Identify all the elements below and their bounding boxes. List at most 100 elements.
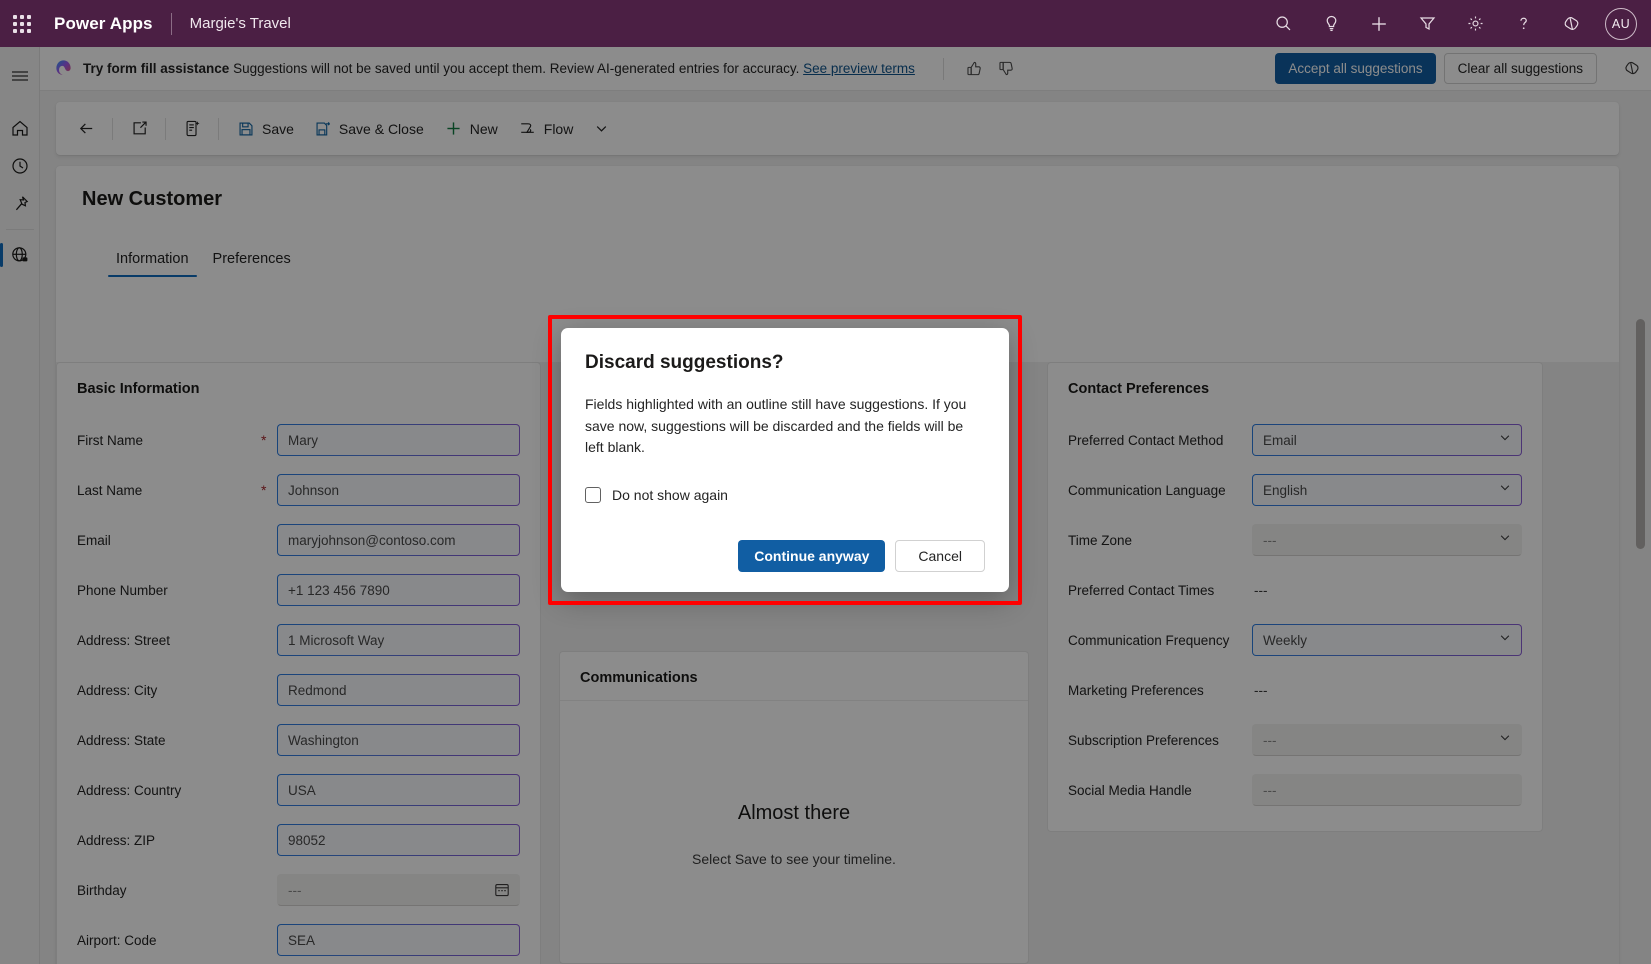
save-and-close-button[interactable]: Save & Close (304, 111, 434, 147)
email-input[interactable]: maryjohnson@contoso.com (277, 524, 520, 556)
save-label: Save (262, 121, 294, 137)
brand-name[interactable]: Power Apps (44, 14, 153, 34)
app-launcher-icon[interactable] (0, 0, 44, 47)
field-label: Preferred Contact Method (1068, 433, 1252, 448)
phone-number-input[interactable]: +1 123 456 7890 (277, 574, 520, 606)
pin-icon[interactable] (0, 185, 40, 223)
banner-body: Suggestions will not be saved until you … (229, 61, 803, 76)
command-divider-3 (218, 118, 219, 140)
lightbulb-icon[interactable] (1307, 0, 1355, 47)
address-street-input[interactable]: 1 Microsoft Way (277, 624, 520, 656)
rail-divider (6, 229, 34, 230)
communications-card: Communications Almost there Select Save … (559, 651, 1029, 964)
copilot-panel-toggle[interactable] (1611, 47, 1651, 91)
command-bar: Save Save & Close New Flow (56, 102, 1619, 155)
save-and-close-label: Save & Close (339, 121, 424, 137)
thumbs-up-icon[interactable] (962, 56, 988, 82)
accept-all-suggestions-button[interactable]: Accept all suggestions (1275, 53, 1435, 84)
copilot-icon (54, 59, 73, 78)
tab-preferences[interactable]: Preferences (205, 245, 299, 277)
subscription-preferences-select[interactable]: --- (1252, 724, 1522, 756)
communication-frequency-select[interactable]: Weekly (1252, 624, 1522, 656)
continue-anyway-button[interactable]: Continue anyway (738, 540, 885, 572)
communications-divider (560, 700, 1028, 701)
see-preview-terms-link[interactable]: See preview terms (803, 61, 915, 76)
field-last-name: Last Name * Johnson (77, 465, 520, 515)
communications-title: Communications (560, 670, 1028, 700)
field-communication-language: Communication Language English (1068, 465, 1522, 515)
help-icon[interactable] (1499, 0, 1547, 47)
field-time-zone: Time Zone --- (1068, 515, 1522, 565)
field-preferred-contact-times: Preferred Contact Times --- (1068, 565, 1522, 615)
checkbox-box[interactable] (585, 487, 601, 503)
last-name-input[interactable]: Johnson (277, 474, 520, 506)
more-commands-chevron-down-icon[interactable] (583, 111, 619, 147)
field-control: Washington (277, 724, 520, 756)
marketing-preferences-value[interactable]: --- (1252, 674, 1522, 706)
form-fill-assistance-icon[interactable] (174, 111, 210, 147)
save-and-close-icon (314, 120, 332, 138)
vertical-scrollbar[interactable] (1636, 319, 1645, 958)
open-in-new-window-icon[interactable] (121, 111, 157, 147)
command-divider-2 (165, 118, 166, 140)
field-control: Weekly (1252, 624, 1522, 656)
communication-language-select[interactable]: English (1252, 474, 1522, 506)
address-state-input[interactable]: Washington (277, 724, 520, 756)
new-button[interactable]: New (434, 111, 508, 147)
dialog-title: Discard suggestions? (585, 352, 985, 374)
column-right: Contact Preferences Preferred Contact Me… (1047, 362, 1543, 964)
field-address-zip: Address: ZIP 98052 (77, 815, 520, 865)
field-label: Marketing Preferences (1068, 683, 1252, 698)
do-not-show-again-checkbox[interactable]: Do not show again (585, 487, 985, 503)
cancel-button[interactable]: Cancel (895, 540, 985, 572)
empty-subtext: Select Save to see your timeline. (560, 851, 1028, 867)
field-email: Email maryjohnson@contoso.com (77, 515, 520, 565)
field-control: 98052 (277, 824, 520, 856)
field-control: USA (277, 774, 520, 806)
preferred-contact-times-value[interactable]: --- (1252, 574, 1522, 606)
filter-icon[interactable] (1403, 0, 1451, 47)
hamburger-menu-icon[interactable] (0, 57, 40, 95)
field-control: --- (1252, 674, 1522, 706)
calendar-icon[interactable] (492, 880, 512, 900)
contact-preferences-card: Contact Preferences Preferred Contact Me… (1047, 362, 1543, 832)
thumbs-down-icon[interactable] (994, 56, 1020, 82)
scrollbar-thumb[interactable] (1636, 319, 1645, 549)
birthday-input[interactable]: --- (277, 874, 520, 906)
address-country-input[interactable]: USA (277, 774, 520, 806)
address-city-input[interactable]: Redmond (277, 674, 520, 706)
banner-actions: Accept all suggestions Clear all suggest… (1275, 53, 1597, 84)
flow-button[interactable]: Flow (508, 111, 584, 147)
tab-information[interactable]: Information (108, 245, 197, 277)
brand-divider (171, 13, 172, 35)
copilot-icon[interactable] (1547, 0, 1595, 47)
recent-clock-icon[interactable] (0, 147, 40, 185)
banner-divider (943, 58, 944, 80)
save-button[interactable]: Save (227, 111, 304, 147)
field-label: Address: Street (77, 633, 261, 648)
required-indicator: * (261, 432, 277, 448)
field-label: Address: City (77, 683, 261, 698)
left-nav-rail (0, 47, 40, 964)
preferred-contact-method-select[interactable]: Email (1252, 424, 1522, 456)
gear-icon[interactable] (1451, 0, 1499, 47)
time-zone-select[interactable]: --- (1252, 524, 1522, 556)
back-arrow-icon[interactable] (68, 111, 104, 147)
search-icon[interactable] (1259, 0, 1307, 47)
plus-icon[interactable] (1355, 0, 1403, 47)
social-media-handle-input[interactable]: --- (1252, 774, 1522, 806)
airport-code-input[interactable]: SEA (277, 924, 520, 956)
app-name[interactable]: Margie's Travel (190, 15, 291, 32)
field-label: Address: ZIP (77, 833, 261, 848)
home-icon[interactable] (0, 109, 40, 147)
first-name-input[interactable]: Mary (277, 424, 520, 456)
avatar[interactable]: AU (1605, 8, 1637, 40)
field-control: --- (1252, 724, 1522, 756)
field-control: Johnson (277, 474, 520, 506)
basic-information-title: Basic Information (77, 381, 520, 397)
address-zip-input[interactable]: 98052 (277, 824, 520, 856)
clear-all-suggestions-button[interactable]: Clear all suggestions (1444, 53, 1597, 84)
sidebar-item-site-map[interactable] (0, 236, 40, 274)
field-birthday: Birthday --- (77, 865, 520, 915)
banner-lead: Try form fill assistance (83, 61, 229, 76)
